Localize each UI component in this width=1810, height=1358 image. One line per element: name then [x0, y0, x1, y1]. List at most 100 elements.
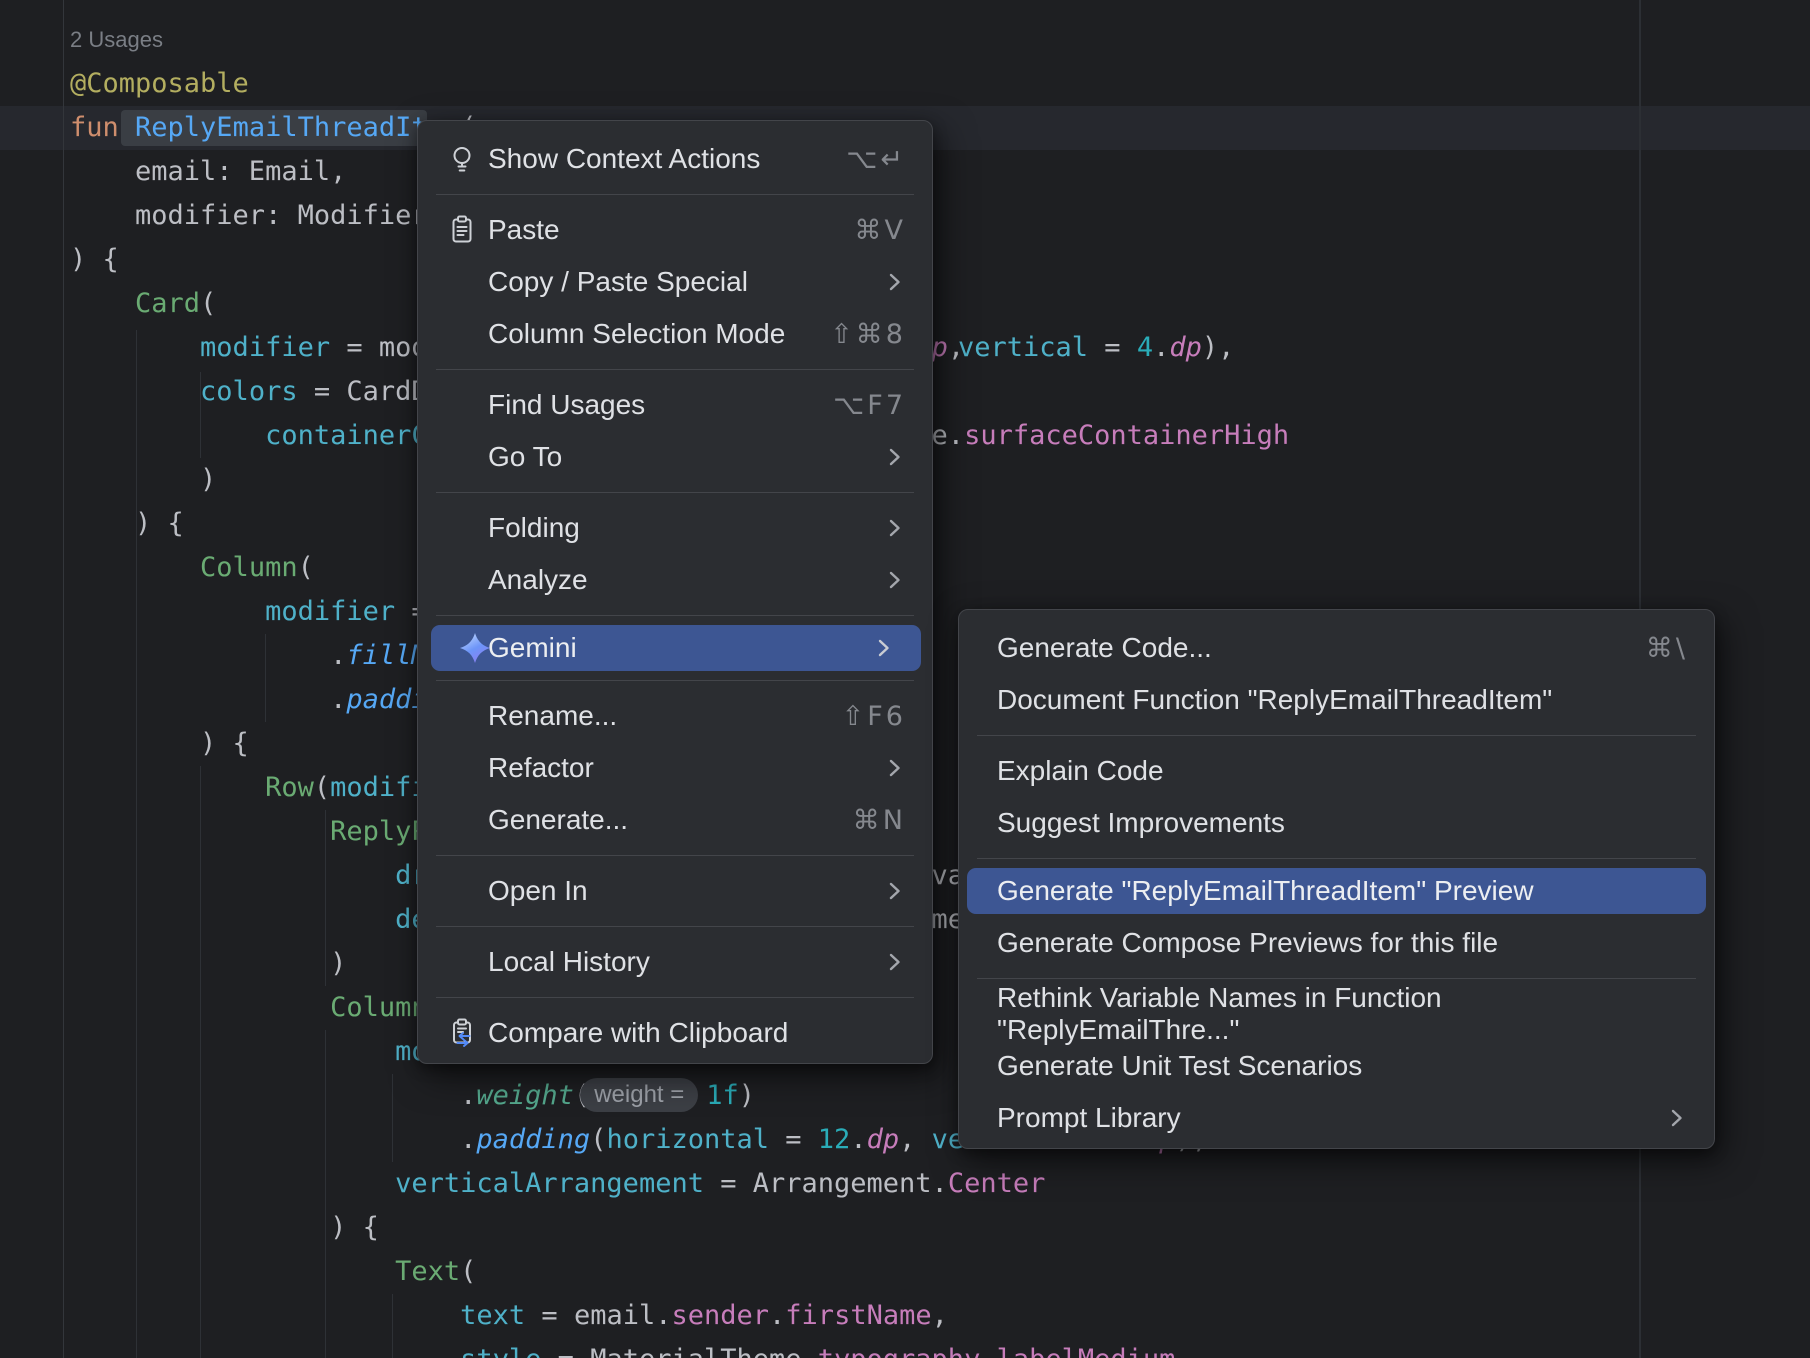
menu-item-label: Generate Code...: [997, 632, 1212, 664]
code-line: ) {: [70, 502, 184, 546]
menu-item-analyze[interactable]: Analyze: [418, 554, 932, 606]
code-token: verticalArrangement: [395, 1168, 704, 1199]
code-token: ) {: [70, 244, 119, 275]
inline-parameter-hint: weight =: [580, 1078, 698, 1112]
menu-item-find-usages[interactable]: Find Usages⌥F7: [418, 379, 932, 431]
menu-item-folding[interactable]: Folding: [418, 502, 932, 554]
menu-item-label: Go To: [488, 441, 562, 473]
menu-item-paste[interactable]: Paste⌘V: [418, 204, 932, 256]
menu-item-rename[interactable]: Rename...⇧F6: [418, 690, 932, 742]
code-token: ,: [899, 1124, 932, 1155]
code-token: (: [460, 1256, 476, 1287]
menu-item-explain-code[interactable]: Explain Code: [959, 745, 1714, 797]
menu-item-shortcut: ⌘\: [1610, 633, 1688, 664]
menu-item-shortcut: ⌘N: [817, 805, 906, 836]
menu-item-label: Suggest Improvements: [997, 807, 1285, 839]
menu-item-rethink-variable-names[interactable]: Rethink Variable Names in Function "Repl…: [959, 988, 1714, 1040]
ide-editor-screen: 2 Usages @Composable fun ReplyEmailThreadI…: [0, 0, 1810, 1358]
menu-item-label: Copy / Paste Special: [488, 266, 748, 298]
code-token: .: [70, 640, 346, 671]
code-token: dp: [1169, 332, 1202, 363]
menu-item-label: Explain Code: [997, 755, 1164, 787]
chevron-right-icon: [882, 568, 906, 592]
code-line: style = MaterialTheme.typography.labelMe…: [70, 1338, 1192, 1358]
menu-separator: [977, 978, 1696, 979]
code-token: .: [980, 1344, 996, 1358]
paste-icon: [445, 213, 479, 247]
code-line-fragment: vertical = 4.dp),: [958, 326, 1234, 370]
code-token: [70, 860, 395, 891]
context-menu: Show Context Actions⌥↵ Paste⌘V Copy / Past…: [417, 120, 933, 1064]
lightbulb-icon: [445, 142, 479, 176]
code-token: Column: [200, 552, 298, 583]
menu-item-generate-code[interactable]: Generate Code... ⌘\: [959, 622, 1714, 674]
menu-item-label: Local History: [488, 946, 650, 978]
usages-inlay-hint[interactable]: 2 Usages: [70, 18, 163, 62]
code-line: ): [70, 942, 346, 986]
chevron-right-icon: [882, 950, 906, 974]
menu-item-copy-paste-special[interactable]: Copy / Paste Special: [418, 256, 932, 308]
chevron-right-icon: [882, 270, 906, 294]
menu-item-suggest-improvements[interactable]: Suggest Improvements: [959, 797, 1714, 849]
code-token: 1f: [706, 1080, 739, 1111]
code-token: ): [70, 464, 216, 495]
menu-separator: [436, 369, 914, 370]
code-token: [70, 288, 135, 319]
menu-item-label: Folding: [488, 512, 580, 544]
menu-item-open-in[interactable]: Open In: [418, 865, 932, 917]
menu-item-generate-preview[interactable]: Generate "ReplyEmailThreadItem" Preview: [967, 868, 1706, 914]
code-token: Column: [330, 992, 428, 1023]
menu-item-document-function[interactable]: Document Function "ReplyEmailThreadItem": [959, 674, 1714, 726]
code-token: [70, 376, 200, 407]
menu-item-generate[interactable]: Generate... ⌘N: [418, 794, 932, 846]
code-token: .: [850, 1124, 866, 1155]
menu-separator: [436, 855, 914, 856]
code-line: Card(: [70, 282, 216, 326]
menu-item-gemini[interactable]: Gemini: [431, 625, 921, 671]
menu-item-label: Paste: [488, 214, 560, 246]
menu-item-shortcut: ⌥↵: [810, 144, 906, 175]
code-token: Center: [948, 1168, 1046, 1199]
menu-item-go-to[interactable]: Go To: [418, 431, 932, 483]
menu-item-refactor[interactable]: Refactor: [418, 742, 932, 794]
menu-item-compare-with-clipboard[interactable]: Compare with Clipboard: [418, 1007, 932, 1059]
menu-separator: [436, 194, 914, 195]
gemini-submenu: Generate Code... ⌘\ Document Function "Rep…: [958, 609, 1715, 1149]
menu-item-generate-unit-test-scenarios[interactable]: Generate Unit Test Scenarios: [959, 1040, 1714, 1092]
menu-item-label: Generate...: [488, 804, 628, 836]
code-token: modifier: [200, 332, 330, 363]
code-token: [70, 332, 200, 363]
code-token: ,: [1175, 1344, 1191, 1358]
menu-item-label: Gemini: [488, 632, 577, 664]
menu-item-column-selection-mode[interactable]: Column Selection Mode⇧⌘8: [418, 308, 932, 360]
chevron-right-icon: [882, 879, 906, 903]
code-token: =: [769, 1124, 818, 1155]
menu-item-generate-compose-previews[interactable]: Generate Compose Previews for this file: [959, 917, 1714, 969]
code-token: firstName: [785, 1300, 931, 1331]
code-token: @Composable: [70, 68, 249, 99]
menu-item-prompt-library[interactable]: Prompt Library: [959, 1092, 1714, 1144]
code-token: style: [460, 1344, 541, 1358]
code-token: (: [590, 1124, 606, 1155]
menu-separator: [436, 997, 914, 998]
code-token: vertical: [958, 332, 1088, 363]
code-token: 12: [818, 1124, 851, 1155]
code-line: fun ReplyEmailThreadItem(: [70, 106, 476, 150]
code-token: .: [70, 684, 346, 715]
code-token: ,: [932, 1300, 948, 1331]
code-token: [70, 772, 265, 803]
menu-item-show-context-actions[interactable]: Show Context Actions⌥↵: [418, 133, 932, 185]
menu-item-local-history[interactable]: Local History: [418, 936, 932, 988]
code-token: (: [314, 772, 330, 803]
code-token: = Arrangement.: [704, 1168, 948, 1199]
menu-separator: [977, 735, 1696, 736]
chevron-right-icon: [871, 636, 895, 660]
code-line: email: Email,: [70, 150, 346, 194]
code-token: .: [1153, 332, 1169, 363]
code-token: ) {: [70, 728, 249, 759]
menu-item-shortcut: ⇧F6: [806, 701, 906, 732]
code-token: = email.: [525, 1300, 671, 1331]
code-line: .weight(weight =1f): [70, 1074, 755, 1118]
code-line: @Composable: [70, 62, 249, 106]
code-line: Column(: [70, 546, 314, 590]
